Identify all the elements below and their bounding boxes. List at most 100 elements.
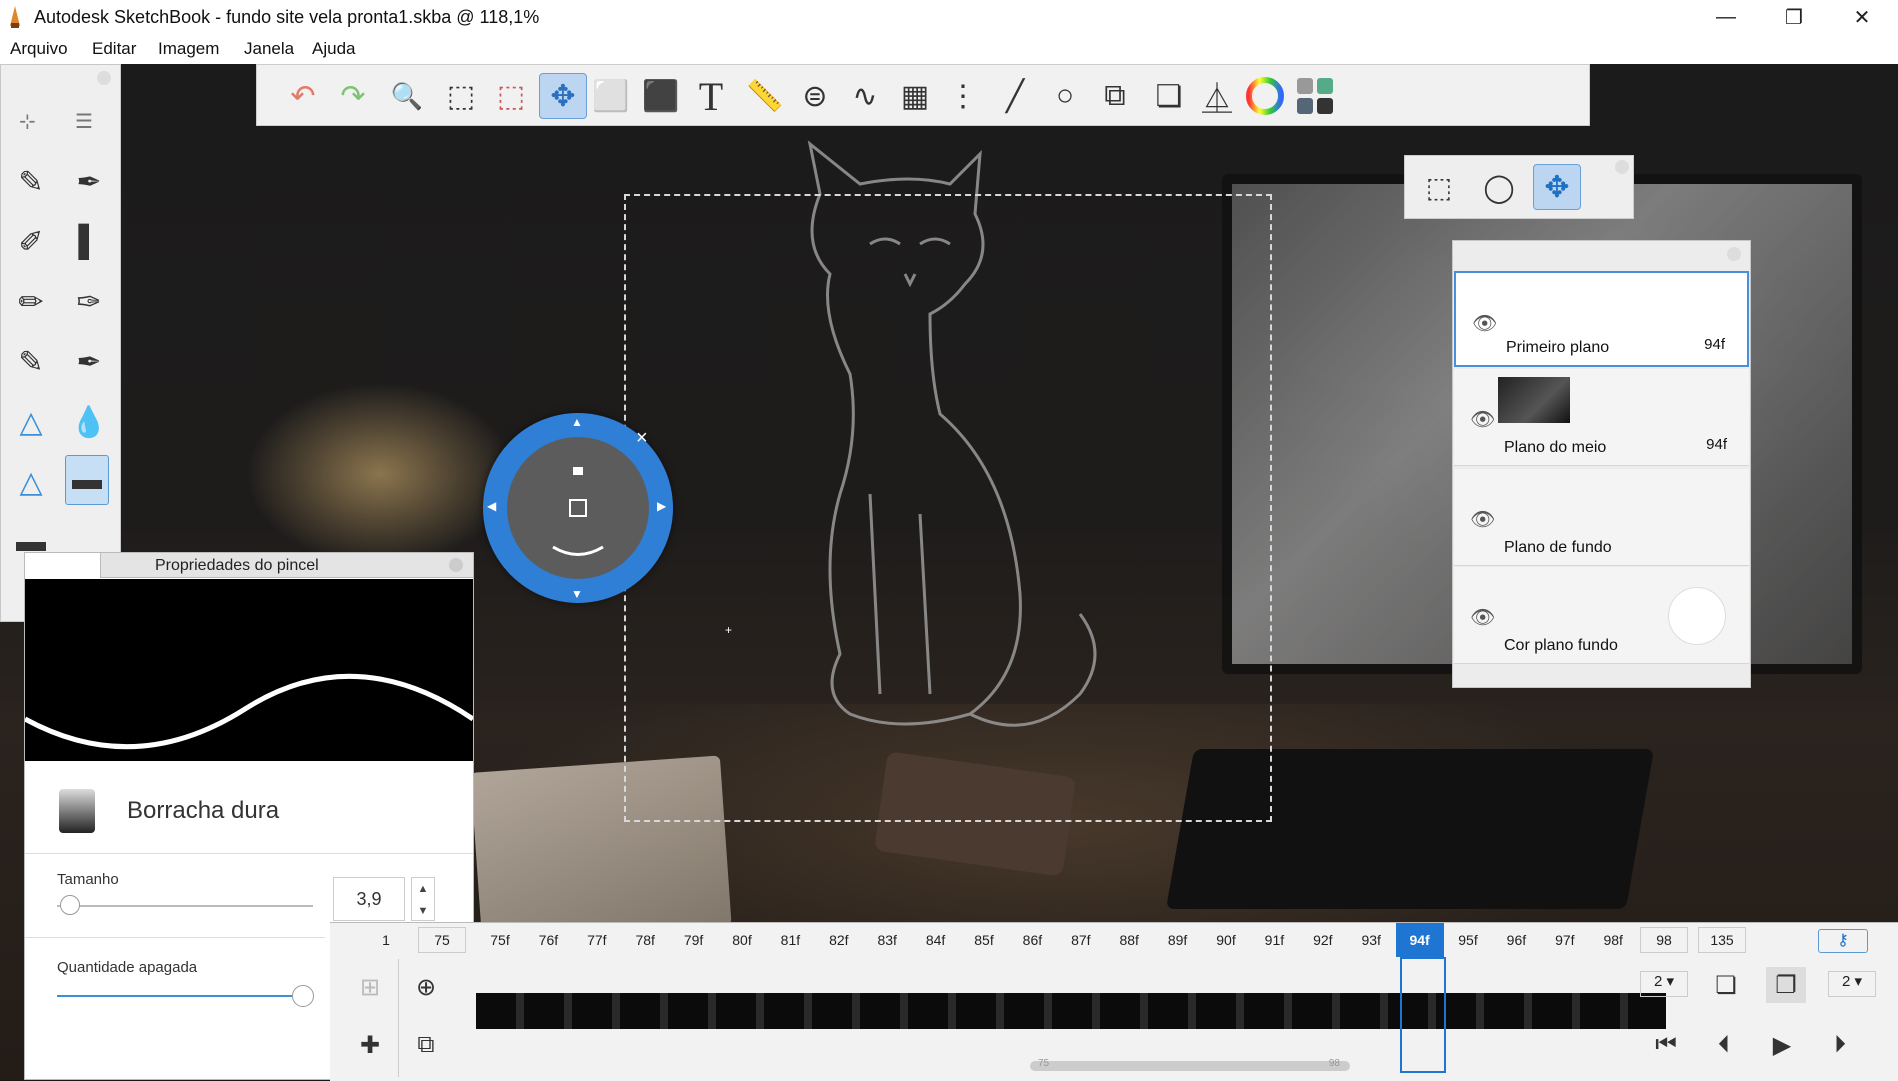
zoom-icon[interactable]: 🔍 (383, 73, 431, 119)
frame-90f[interactable]: 90f (1202, 923, 1250, 957)
frame-76f[interactable]: 76f (524, 923, 572, 957)
minimize-button[interactable]: — (1692, 0, 1760, 34)
onion-skin-before-icon[interactable]: ❏ (1706, 967, 1746, 1003)
select-icon[interactable]: ⬚ (437, 73, 485, 119)
background-color-swatch[interactable] (1668, 587, 1726, 645)
shape-icon[interactable]: ⧉ (1091, 73, 1139, 119)
lagoon-puck[interactable]: × ▲ ▼ ◀ ▶ (483, 413, 673, 603)
redo-icon[interactable]: ↷ (329, 73, 377, 119)
frame-85f[interactable]: 85f (960, 923, 1008, 957)
maximize-button[interactable]: ❐ (1760, 0, 1828, 34)
menu-janela[interactable]: Janela (244, 39, 294, 59)
keyframe-icon[interactable]: ⚷ (1818, 929, 1868, 953)
slider-settings-icon[interactable]: ⊹ (19, 109, 36, 134)
airbrush-icon[interactable]: △ (9, 397, 53, 447)
frame-87f[interactable]: 87f (1057, 923, 1105, 957)
frame-filmstrip[interactable] (476, 993, 1666, 1029)
brush-list-icon[interactable]: ☰ (75, 109, 93, 134)
puck-center[interactable] (507, 437, 649, 579)
frame-95f[interactable]: 95f (1444, 923, 1492, 957)
duplicate-frame-icon[interactable]: ⧉ (406, 1027, 446, 1063)
menu-editar[interactable]: Editar (92, 39, 136, 59)
frame-89f[interactable]: 89f (1154, 923, 1202, 957)
onion-skin-after-icon[interactable]: ❐ (1766, 967, 1806, 1003)
close-icon[interactable] (97, 71, 111, 85)
start-frame-field[interactable]: 75 (418, 927, 466, 953)
previous-frame-icon[interactable]: ⏴ (1704, 1027, 1744, 1063)
size-slider[interactable] (57, 895, 313, 915)
perspective-icon[interactable]: ▦ (891, 73, 939, 119)
frame-86f[interactable]: 86f (1008, 923, 1056, 957)
frame-83f[interactable]: 83f (863, 923, 911, 957)
palette-icon[interactable] (1291, 73, 1339, 119)
puck-close-icon[interactable]: × (636, 427, 648, 450)
distort-icon[interactable]: ⬜ (587, 73, 635, 119)
lasso-select-icon[interactable]: ◯ (1475, 164, 1523, 210)
stroke-icon[interactable]: ╱ (991, 73, 1039, 119)
amount-slider[interactable] (57, 985, 314, 1007)
frame-91f[interactable]: 91f (1250, 923, 1298, 957)
layer-cor-plano-fundo[interactable]: 👁 Cor plano fundo (1454, 567, 1749, 664)
smear-icon[interactable]: △ (9, 457, 53, 507)
close-icon[interactable] (1727, 247, 1741, 261)
hard-eraser-icon[interactable]: ▬ (65, 455, 109, 505)
frame-84f[interactable]: 84f (912, 923, 960, 957)
visibility-eye-icon[interactable]: 👁 (1470, 605, 1495, 630)
layer-primeiro-plano[interactable]: 👁 Primeiro plano 94f (1454, 271, 1749, 367)
onion-before-select[interactable]: 2 ▾ (1640, 971, 1688, 997)
move-icon[interactable]: ✥ (1533, 164, 1581, 210)
text-icon[interactable]: T (687, 73, 735, 119)
symmetry-icon[interactable]: ⋮ (939, 73, 987, 119)
menu-imagem[interactable]: Imagem (158, 39, 219, 59)
blur-icon[interactable]: 💧 (67, 397, 111, 447)
close-button[interactable]: ✕ (1828, 0, 1896, 34)
crop-icon[interactable]: ⬚ (487, 73, 535, 119)
copy-paste-icon[interactable]: ❏ (1145, 73, 1193, 119)
transform-icon[interactable]: ✥ (539, 73, 587, 119)
frame-88f[interactable]: 88f (1105, 923, 1153, 957)
chisel-marker-icon[interactable]: ▌ (67, 217, 111, 267)
ballpoint-icon[interactable]: ✏ (9, 277, 53, 327)
frame-93f[interactable]: 93f (1347, 923, 1395, 957)
frame-78f[interactable]: 78f (621, 923, 669, 957)
size-stepper[interactable]: ▲ ▼ (411, 877, 435, 921)
ink-pen-icon[interactable]: ✒ (67, 157, 111, 207)
marker-icon[interactable]: ✐ (9, 217, 53, 267)
fountain-pen-icon[interactable]: ✒ (67, 337, 111, 387)
frame-80f[interactable]: 80f (718, 923, 766, 957)
fill-icon[interactable]: ⬛ (637, 73, 685, 119)
ellipse-guide-icon[interactable]: ⊜ (791, 73, 839, 119)
menu-arquivo[interactable]: Arquivo (10, 39, 68, 59)
pencil-brush-icon[interactable]: ✎ (9, 157, 53, 207)
layer-plano-do-meio[interactable]: 👁 Plano do meio 94f (1454, 369, 1749, 466)
visibility-eye-icon[interactable]: 👁 (1470, 407, 1495, 432)
onion-after-select[interactable]: 2 ▾ (1828, 971, 1876, 997)
brush-library-icon[interactable]: ⏅ (1193, 73, 1241, 119)
technical-pen-icon[interactable]: ✎ (9, 337, 53, 387)
first-frame-icon[interactable]: ⏮ (1646, 1027, 1686, 1063)
add-keyframe-icon[interactable]: ✚ (350, 1027, 390, 1063)
frame-75f[interactable]: 75f (476, 923, 524, 957)
end-frame-field[interactable]: 98 (1640, 927, 1688, 953)
next-frame-icon[interactable]: ⏵ (1820, 1027, 1860, 1063)
menu-ajuda[interactable]: Ajuda (312, 39, 355, 59)
selection-marquee[interactable] (624, 194, 1272, 822)
timeline-scrollbar[interactable]: 75 98 (1030, 1058, 1350, 1071)
frame-79f[interactable]: 79f (670, 923, 718, 957)
brush-properties-header[interactable]: Propriedades do pincel (100, 552, 474, 578)
ruler-icon[interactable]: 📏 (741, 73, 789, 119)
color-wheel-icon[interactable] (1241, 73, 1289, 119)
add-frame-icon[interactable]: ⊕ (406, 969, 446, 1005)
frame-82f[interactable]: 82f (815, 923, 863, 957)
undo-icon[interactable]: ↶ (279, 73, 327, 119)
frame-97f[interactable]: 97f (1541, 923, 1589, 957)
frame-92f[interactable]: 92f (1299, 923, 1347, 957)
size-value-field[interactable]: 3,9 (333, 877, 405, 921)
close-icon[interactable] (1615, 160, 1629, 174)
french-curve-icon[interactable]: ∿ (841, 73, 889, 119)
visibility-eye-icon[interactable]: 👁 (1472, 311, 1497, 336)
paintbrush-icon[interactable]: ✑ (67, 277, 111, 327)
amount-slider-knob[interactable] (292, 985, 314, 1007)
frame-81f[interactable]: 81f (766, 923, 814, 957)
circle-icon[interactable]: ○ (1041, 73, 1089, 119)
